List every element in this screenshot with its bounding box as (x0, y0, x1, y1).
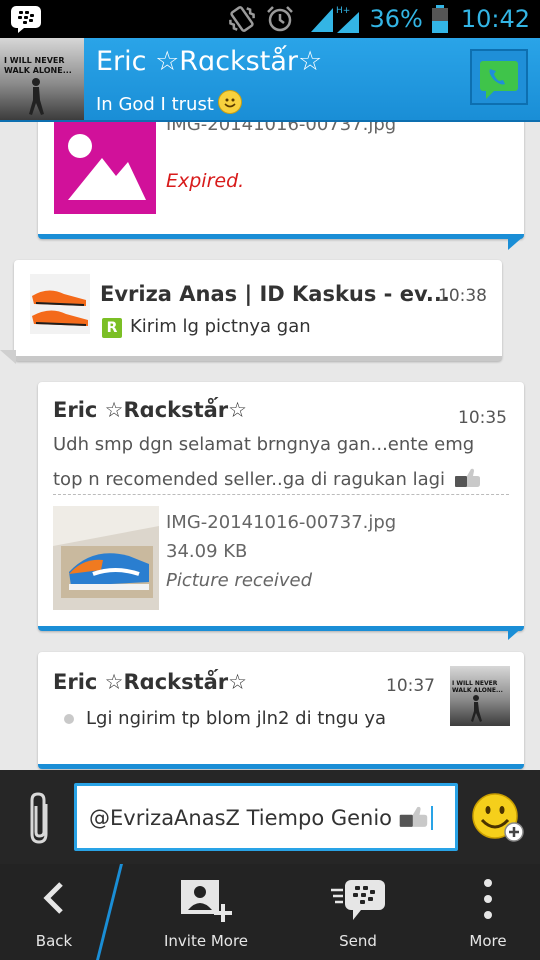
shoebox-photo (53, 506, 159, 610)
back-button[interactable]: Back (0, 864, 108, 960)
contact-name[interactable]: Eric ☆Rɑckstǻr☆ (96, 46, 322, 77)
more-button[interactable]: More (436, 864, 540, 960)
alarm-icon (267, 6, 294, 32)
battery-percent: 36% (369, 5, 423, 33)
clock: 10:42 (460, 5, 530, 33)
phone-icon (480, 61, 518, 99)
contact-status-text: In God I trust (96, 94, 214, 115)
send-label: Send (339, 932, 377, 950)
text-cursor (430, 806, 433, 830)
message-text: Kirim lg pictnya gan (130, 316, 311, 337)
data-hplus-signal-icon: H+ (336, 6, 360, 33)
sender-name: Eric ☆Rɑckstǻr☆ (53, 398, 247, 422)
battery-icon (431, 5, 448, 33)
message-text-line-2: top n recomended seller..ga di ragukan l… (53, 468, 481, 490)
send-bbm-icon (331, 880, 385, 920)
signal-icon (311, 8, 334, 32)
message-composer: @EvrizaAnasZ Tiempo Genio (0, 770, 540, 864)
message-input-value: @EvrizaAnasZ Tiempo Genio (89, 806, 433, 830)
conversation-header: I WILL NEVER WALK ALONE... Eric ☆Rɑckstǻ… (0, 38, 540, 122)
message-text-line-2-text: top n recomended seller..ga di ragukan l… (53, 469, 446, 490)
message-text: Lgi ngirim tp blom jln2 di tngu ya (86, 708, 387, 729)
smiley-emoticon-icon (217, 90, 242, 114)
r-delivery-badge: R (102, 318, 122, 338)
bubble-tail (0, 350, 16, 364)
received-picture-thumbnail[interactable] (53, 506, 159, 610)
message-input[interactable]: @EvrizaAnasZ Tiempo Genio (74, 783, 458, 851)
invite-contact-icon (181, 880, 232, 922)
back-label: Back (35, 932, 73, 950)
sender-avatar[interactable] (30, 274, 90, 334)
walking-boy-silhouette (29, 78, 44, 115)
voice-call-button[interactable] (470, 49, 528, 105)
svg-text:H+: H+ (336, 6, 350, 16)
more-label: More (469, 932, 507, 950)
vibrate-icon (229, 6, 256, 32)
bbm-notification-icon (11, 6, 41, 33)
shoe-photo-thumbnail (30, 274, 90, 334)
file-name: IMG-20141016-00737.jpg (166, 512, 397, 533)
file-status: Picture received (166, 570, 313, 591)
message-bubble-outgoing[interactable]: Eric ☆Rɑckstǻr☆ 10:35 Udh smp dgn selama… (38, 382, 524, 631)
message-time: 10:38 (438, 286, 487, 306)
send-button[interactable]: Send (304, 864, 412, 960)
message-bubble-incoming[interactable]: Evriza Anas | ID Kaskus - ev... 10:38 R … (14, 260, 502, 361)
sender-name: Evriza Anas | ID Kaskus - ev... (100, 282, 450, 306)
message-bubble-outgoing[interactable]: Eric ☆Rɑckstǻr☆ 10:37 I WILL NEVER WALK … (38, 652, 524, 769)
walking-boy-silhouette (471, 695, 482, 722)
message-list[interactable]: IMG-20141016-00737.jpg Expired. Evriza A… (0, 122, 540, 770)
expired-status: Expired. (166, 170, 245, 192)
bubble-tail (508, 236, 524, 250)
invite-more-button[interactable]: Invite More (150, 864, 262, 960)
contact-status: In God I trust (96, 90, 242, 115)
bubble-tail (508, 626, 524, 640)
sender-name: Eric ☆Rɑckstǻr☆ (53, 670, 247, 694)
invite-more-label: Invite More (163, 932, 249, 950)
file-size: 34.09 KB (166, 541, 248, 562)
overflow-dots-icon (484, 879, 492, 919)
thumbs-up-emoticon-icon (399, 806, 427, 827)
thumbs-up-emoticon-icon (454, 468, 480, 487)
message-input-text: @EvrizaAnasZ Tiempo Genio (89, 806, 393, 830)
sender-avatar[interactable]: I WILL NEVER WALK ALONE... (450, 666, 510, 726)
message-bubble-outgoing[interactable]: IMG-20141016-00737.jpg Expired. (38, 122, 524, 239)
file-name: IMG-20141016-00737.jpg (166, 122, 397, 135)
message-time: 10:35 (458, 408, 507, 428)
action-bar: Back Invite More Send More (0, 864, 540, 960)
message-text-line-1: Udh smp dgn selamat brngnya gan...ente e… (53, 434, 475, 455)
image-placeholder-icon (68, 134, 146, 200)
status-bar: H+ 36% 10:42 (0, 0, 540, 38)
expired-image-placeholder[interactable] (54, 122, 156, 214)
back-chevron-icon (43, 882, 63, 914)
message-time: 10:37 (386, 676, 435, 696)
dashed-divider (53, 494, 509, 495)
contact-avatar[interactable]: I WILL NEVER WALK ALONE... (0, 38, 84, 120)
pending-dot-icon (64, 714, 74, 724)
emoticon-picker-icon[interactable] (472, 792, 524, 844)
attach-paperclip-icon[interactable] (24, 790, 56, 848)
